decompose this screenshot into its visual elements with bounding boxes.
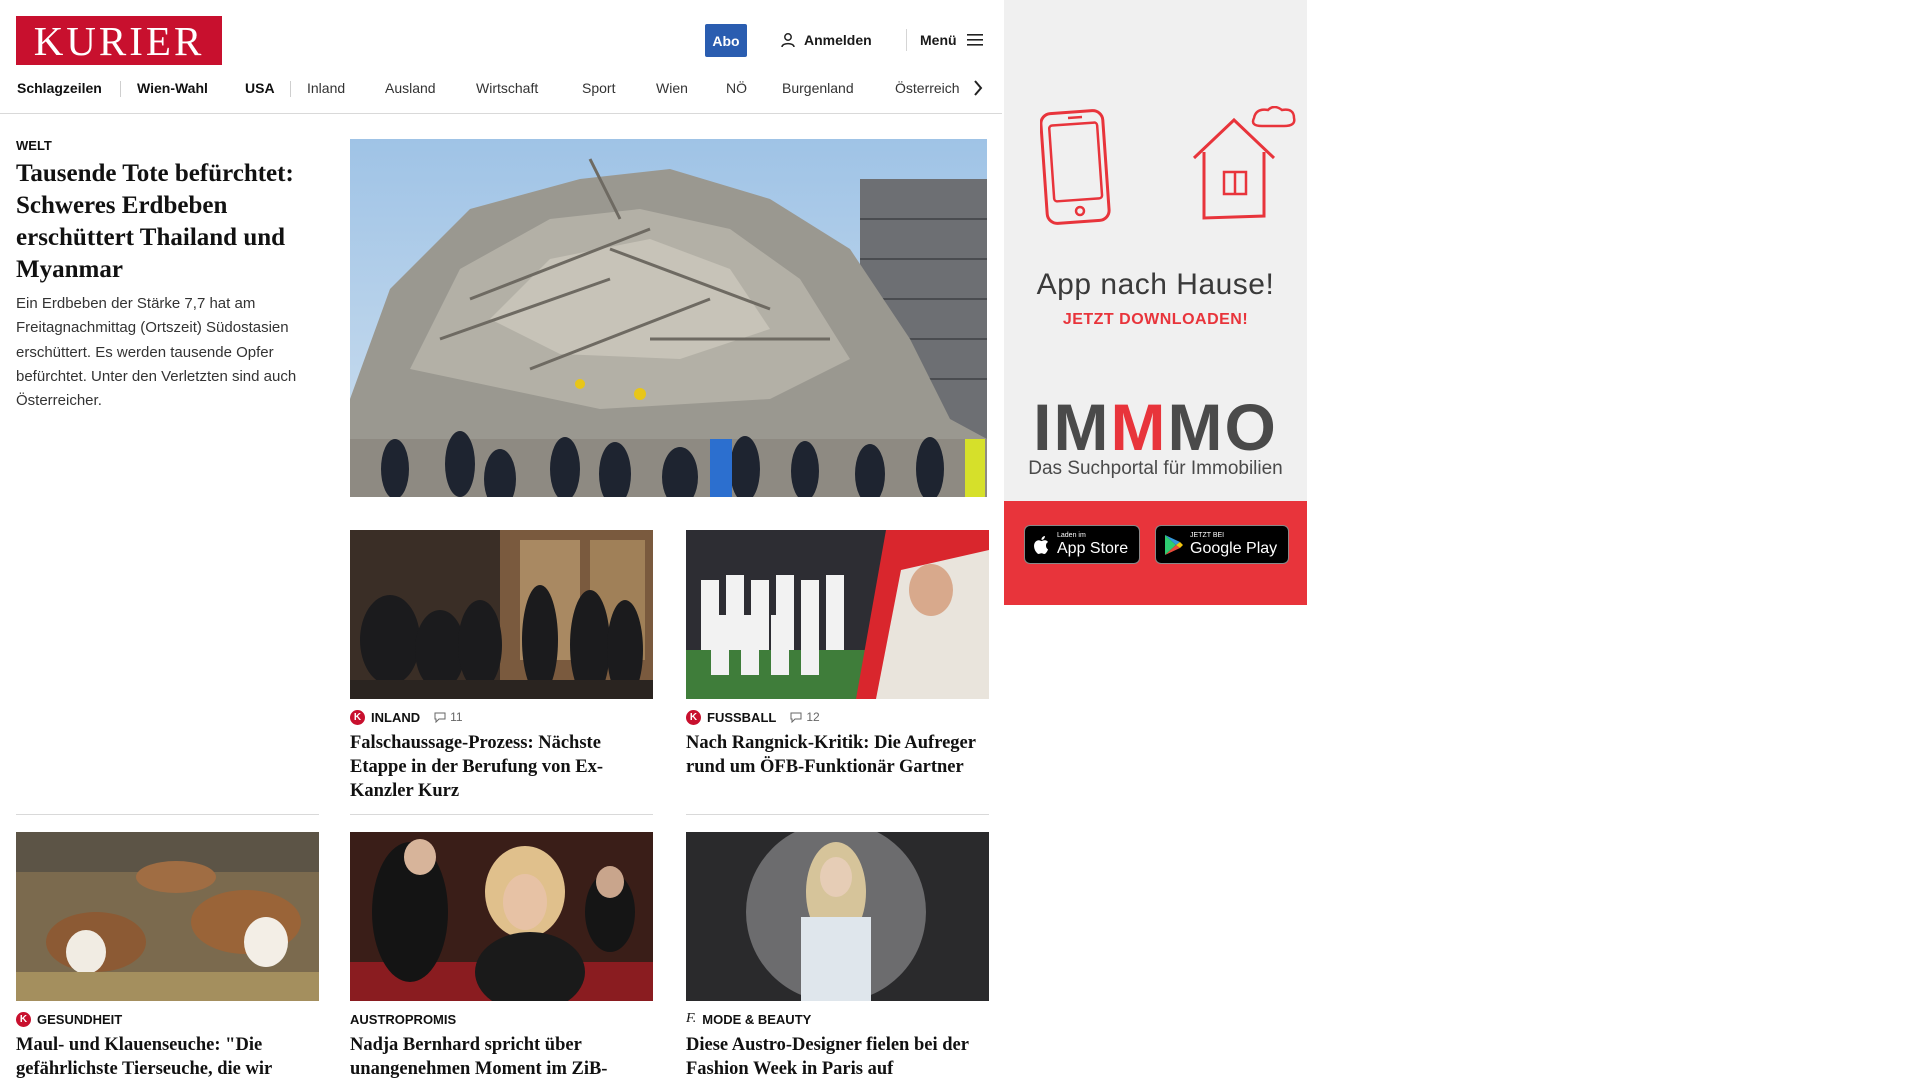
nav-divider xyxy=(120,81,121,97)
ad-subline: JETZT DOWNLOADEN! xyxy=(1062,311,1249,328)
ad-headline: App nach Hause! xyxy=(1036,268,1275,301)
teaser-card[interactable]: K FUSSBALL 12 Nach Rangnick-Kritik: Die … xyxy=(686,530,989,779)
comment-icon xyxy=(434,712,446,723)
kurier-k-badge-icon: K xyxy=(16,1011,31,1027)
teaser-headline[interactable]: Falschaussage-Prozess: Nächste Etappe in… xyxy=(350,731,653,803)
main-column: KURIER Abo Anmelden Menü Schlagzeilen Wi… xyxy=(0,0,1007,1080)
app-store-small: Laden im xyxy=(1057,532,1086,539)
nav-item-noe[interactable]: NÖ xyxy=(726,76,747,100)
teaser-meta: K GESUNDHEIT xyxy=(16,1011,319,1027)
kurier-k-badge-icon: K xyxy=(686,709,701,725)
comment-count[interactable]: 11 xyxy=(434,710,463,724)
menu-label: Menü xyxy=(920,32,957,48)
teaser-card[interactable]: AUSTROPROMIS Nadja Bernhard spricht über… xyxy=(350,832,653,1080)
teaser-image-cattle xyxy=(16,832,319,1001)
f-logo-icon: f. xyxy=(686,1011,697,1026)
kurier-logo[interactable]: KURIER xyxy=(16,16,222,65)
nav-item-inland[interactable]: Inland xyxy=(307,76,345,100)
nav-item-wirtschaft[interactable]: Wirtschaft xyxy=(476,76,538,100)
nav-scroll-right[interactable] xyxy=(968,76,988,100)
ad-tagline: Das Suchportal für Immobilien xyxy=(1028,458,1283,479)
lead-kicker: WELT xyxy=(16,138,52,153)
comment-icon xyxy=(790,712,802,723)
nav-divider xyxy=(290,81,291,97)
google-play-small: JETZT BEI xyxy=(1190,532,1225,539)
teaser-headline[interactable]: Diese Austro-Designer fielen bei der Fas… xyxy=(686,1033,989,1080)
teaser-meta: K INLAND 11 xyxy=(350,709,653,725)
ad-brand-suffix: MO xyxy=(1167,390,1278,464)
teaser-card[interactable]: K GESUNDHEIT Maul- und Klauenseuche: "Di… xyxy=(16,832,319,1080)
lead-image-earthquake[interactable] xyxy=(350,139,987,497)
teaser-image-fashion xyxy=(686,832,989,1001)
login-button[interactable]: Anmelden xyxy=(780,28,872,52)
row-divider xyxy=(350,814,653,815)
header-divider xyxy=(906,29,907,51)
teaser-category[interactable]: AUSTROPROMIS xyxy=(350,1012,456,1027)
app-store-text: Laden im App Store xyxy=(1057,532,1128,557)
teaser-headline[interactable]: Maul- und Klauenseuche: "Die gefährlichs… xyxy=(16,1033,319,1080)
teaser-category[interactable]: INLAND xyxy=(371,710,420,725)
login-label: Anmelden xyxy=(804,32,872,48)
teaser-category[interactable]: MODE & BEAUTY xyxy=(702,1012,811,1027)
abo-button[interactable]: Abo xyxy=(705,24,747,57)
apple-icon xyxy=(1034,535,1048,554)
comment-count-value: 12 xyxy=(806,710,820,724)
earthquake-rubble-image xyxy=(350,139,987,497)
ad-brand-logo: IMMMO xyxy=(1004,394,1307,460)
kurier-k-badge-icon: K xyxy=(350,709,365,725)
nav-item-wien-wahl[interactable]: Wien-Wahl xyxy=(137,76,208,100)
lead-teaser: Ein Erdbeben der Stärke 7,7 hat am Freit… xyxy=(16,295,297,410)
ad-brand-prefix: IM xyxy=(1033,390,1111,464)
teaser-image-football xyxy=(686,530,989,699)
smartphone-icon xyxy=(1040,109,1111,225)
nav-item-ausland[interactable]: Ausland xyxy=(385,76,436,100)
section-nav: Schlagzeilen Wien-Wahl USA Inland Auslan… xyxy=(0,76,1002,114)
teaser-meta: f. MODE & BEAUTY xyxy=(686,1011,989,1027)
nav-item-oesterreich[interactable]: Österreich xyxy=(895,76,960,100)
house-icon xyxy=(1192,106,1296,220)
nav-item-sport[interactable]: Sport xyxy=(582,76,615,100)
teaser-category[interactable]: GESUNDHEIT xyxy=(37,1012,122,1027)
user-icon xyxy=(781,33,795,48)
teaser-card[interactable]: f. MODE & BEAUTY Diese Austro-Designer f… xyxy=(686,832,989,1080)
nav-item-wien[interactable]: Wien xyxy=(656,76,688,100)
row-divider xyxy=(686,814,989,815)
teaser-meta: K FUSSBALL 12 xyxy=(686,709,989,725)
nav-item-schlagzeilen[interactable]: Schlagzeilen xyxy=(17,76,102,100)
chevron-right-icon xyxy=(974,80,983,96)
google-play-text: JETZT BEI Google Play xyxy=(1190,532,1277,557)
teaser-category[interactable]: FUSSBALL xyxy=(707,710,776,725)
app-store-big: App Store xyxy=(1057,540,1129,557)
nav-item-usa[interactable]: USA xyxy=(245,76,275,100)
app-store-button[interactable]: Laden im App Store xyxy=(1024,525,1140,564)
ad-immmo-banner[interactable]: App nach Hause! JETZT DOWNLOADEN! IMMMO … xyxy=(1004,0,1307,605)
ad-store-bar: Laden im App Store JETZT BEI Google Play xyxy=(1004,501,1307,605)
google-play-icon xyxy=(1165,534,1183,555)
row-divider xyxy=(16,814,319,815)
teaser-image-ball xyxy=(350,832,653,1001)
menu-button[interactable]: Menü xyxy=(920,28,983,52)
teaser-card[interactable]: K INLAND 11 Falschaussage-Prozess: Nächs… xyxy=(350,530,653,803)
google-play-button[interactable]: JETZT BEI Google Play xyxy=(1155,525,1289,564)
comment-count[interactable]: 12 xyxy=(790,710,820,724)
comment-count-value: 11 xyxy=(450,710,463,724)
teaser-meta: AUSTROPROMIS xyxy=(350,1011,653,1027)
nav-item-burgenland[interactable]: Burgenland xyxy=(782,76,854,100)
ad-brand-mid: M xyxy=(1110,390,1168,464)
google-play-big: Google Play xyxy=(1190,540,1278,557)
lead-headline[interactable]: Tausende Tote befürchtet: Schweres Erdbe… xyxy=(16,158,326,286)
teaser-headline[interactable]: Nadja Bernhard spricht über unangenehmen… xyxy=(350,1033,653,1080)
hamburger-icon xyxy=(966,34,983,46)
teaser-image-press xyxy=(350,530,653,699)
teaser-headline[interactable]: Nach Rangnick-Kritik: Die Aufreger rund … xyxy=(686,731,989,779)
